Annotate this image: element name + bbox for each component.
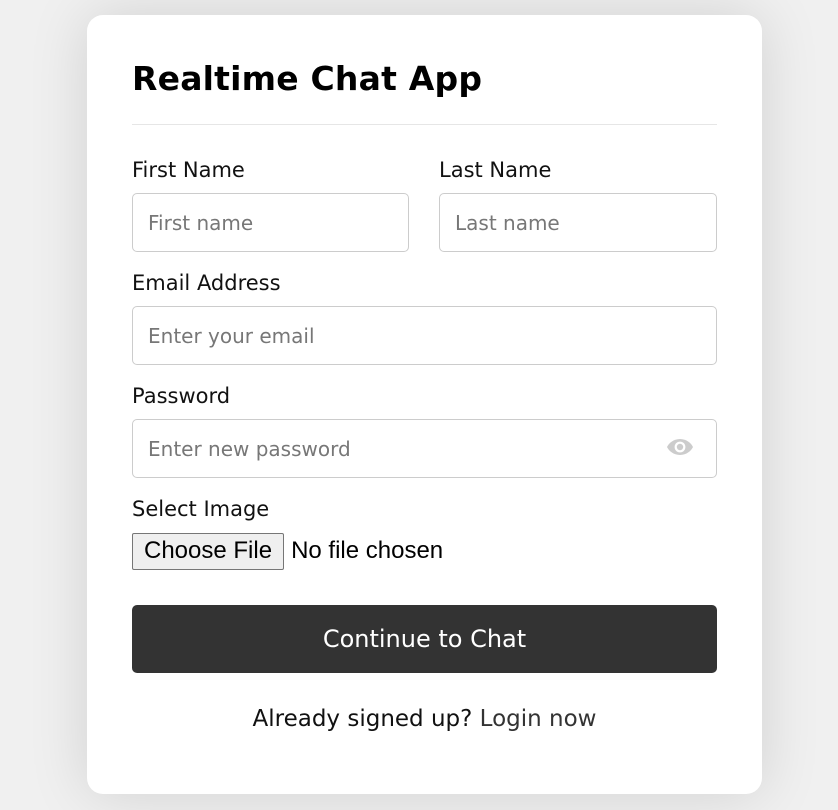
login-prompt: Already signed up? Login now [87, 706, 762, 732]
email-input[interactable] [132, 306, 717, 365]
last-name-label: Last Name [439, 158, 552, 182]
signup-card: Realtime Chat App First Name Last Name E… [87, 15, 762, 794]
continue-to-chat-button[interactable]: Continue to Chat [132, 605, 717, 673]
title-divider [132, 124, 717, 125]
eye-icon[interactable] [666, 437, 694, 457]
login-prompt-text: Already signed up? [252, 706, 473, 732]
first-name-input[interactable] [132, 193, 409, 252]
page-title: Realtime Chat App [132, 59, 483, 98]
first-name-label: First Name [132, 158, 245, 182]
password-label: Password [132, 384, 231, 408]
login-now-link[interactable]: Login now [480, 706, 597, 732]
choose-file-button[interactable]: Choose File [132, 532, 285, 570]
email-label: Email Address [132, 271, 281, 295]
password-input[interactable] [132, 419, 717, 478]
last-name-input[interactable] [439, 193, 717, 252]
file-input: Choose File No file chosen [132, 532, 443, 570]
file-status-text: No file chosen [291, 537, 444, 564]
image-label: Select Image [132, 497, 270, 521]
